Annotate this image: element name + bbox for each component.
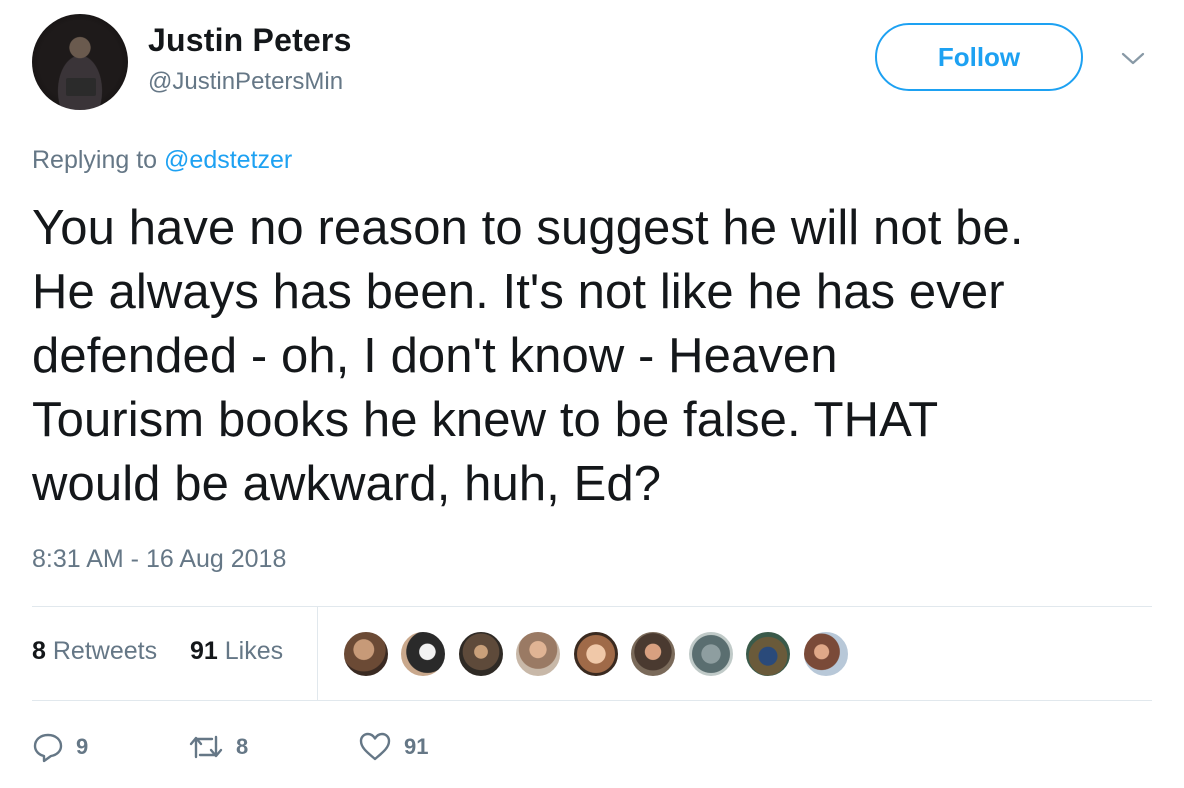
user-avatar[interactable] xyxy=(32,14,128,110)
stats-separator xyxy=(317,606,318,700)
liker-avatar-8[interactable] xyxy=(744,630,792,678)
reply-count: 9 xyxy=(76,734,89,759)
like-count: 91 xyxy=(404,734,429,759)
user-handle[interactable]: @JustinPetersMin xyxy=(148,68,343,96)
liker-avatar-5[interactable] xyxy=(572,630,620,678)
retweet-icon xyxy=(189,735,223,759)
likes-stat[interactable]: 91 Likes xyxy=(190,637,283,666)
tweet-actions: 9 8 91 xyxy=(32,725,632,769)
reply-mention-link[interactable]: @edstetzer xyxy=(164,146,292,174)
likes-stat-count: 91 xyxy=(190,637,218,665)
liker-avatar-6[interactable] xyxy=(629,630,677,678)
tweet-stats: 8 Retweets 91 Likes xyxy=(32,606,1152,700)
tweet-text-line: would be awkward, huh, Ed? xyxy=(32,457,662,511)
liker-avatar-7[interactable] xyxy=(687,630,735,678)
tweet-text-line: defended - oh, I don't know - Heaven xyxy=(32,329,838,383)
tweet-header: Justin Peters @JustinPetersMin Follow xyxy=(32,14,1152,110)
tweet-text: You have no reason to suggest he will no… xyxy=(32,196,1162,516)
retweet-action[interactable]: 8 xyxy=(188,725,248,769)
avatar-photo-detail xyxy=(66,78,96,96)
tweet-text-line: You have no reason to suggest he will no… xyxy=(32,201,1024,255)
tweet-text-line: Tourism books he knew to be false. THAT xyxy=(32,393,939,447)
replying-to-prefix: Replying to xyxy=(32,146,158,174)
likes-stat-label: Likes xyxy=(224,637,284,665)
like-action[interactable]: 91 xyxy=(358,725,428,769)
liker-avatar-1[interactable] xyxy=(342,630,390,678)
retweets-stat-count: 8 xyxy=(32,637,46,665)
heart-icon xyxy=(359,732,391,761)
reply-action[interactable]: 9 xyxy=(32,725,88,769)
divider xyxy=(32,700,1152,701)
user-display-name[interactable]: Justin Peters xyxy=(148,22,352,59)
retweets-stat[interactable]: 8 Retweets xyxy=(32,637,157,666)
tweet-text-line: He always has been. It's not like he has… xyxy=(32,265,1005,319)
replying-to: Replying to @edstetzer xyxy=(32,146,292,175)
tweet-timestamp[interactable]: 8:31 AM - 16 Aug 2018 xyxy=(32,545,286,574)
liker-avatar-9[interactable] xyxy=(802,630,850,678)
reply-icon xyxy=(33,733,63,763)
liker-avatar-3[interactable] xyxy=(457,630,505,678)
retweet-count: 8 xyxy=(236,734,249,759)
liker-avatar-4[interactable] xyxy=(514,630,562,678)
follow-button[interactable]: Follow xyxy=(875,23,1083,91)
liker-avatar-2[interactable] xyxy=(399,630,447,678)
retweets-stat-label: Retweets xyxy=(52,637,158,665)
chevron-down-icon[interactable] xyxy=(1118,46,1148,70)
